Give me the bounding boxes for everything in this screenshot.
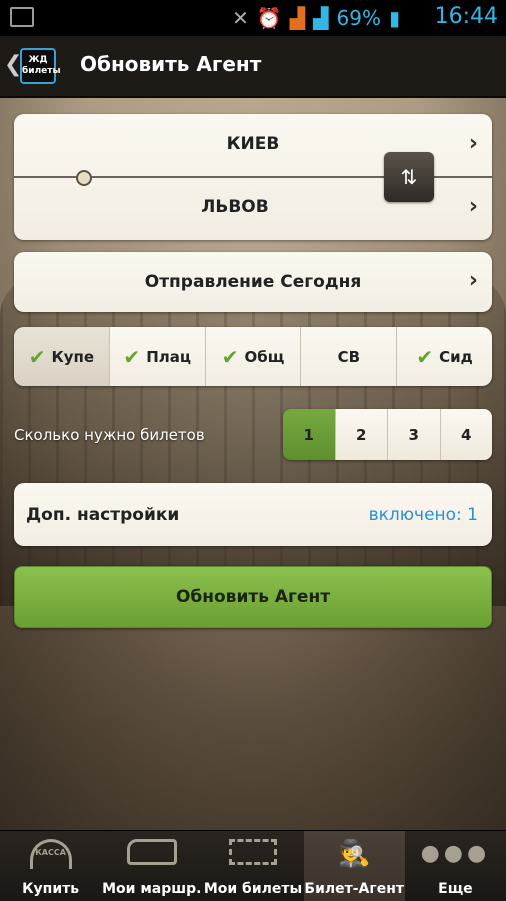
app-logo[interactable]: ЖД билеты (20, 48, 61, 84)
tab-label: Билет-Агент (304, 881, 404, 897)
class-label: Купе (51, 347, 95, 366)
battery-percent: 69% (336, 6, 381, 30)
tab-more[interactable]: ●●● Еще (405, 831, 506, 901)
action-bar: ❮ ЖД билеты Обновить Агент (0, 36, 506, 98)
class-label: СВ (337, 347, 361, 366)
check-icon: ✔ (28, 344, 46, 369)
update-agent-button[interactable]: Обновить Агент (14, 566, 492, 628)
class-toggle-sv[interactable]: СВ (301, 327, 398, 386)
tab-my-routes[interactable]: Мои маршр. (101, 831, 202, 901)
tab-label: Мои маршр. (102, 881, 202, 897)
tab-label: Мои билеты (203, 881, 303, 897)
ticket-count-3[interactable]: 3 (387, 409, 440, 460)
tab-label: Купить (22, 881, 80, 897)
mute-icon: ✕ (232, 6, 249, 30)
page-title: Обновить Агент (80, 52, 262, 76)
check-icon: ✔ (123, 344, 141, 369)
more-icon: ●●● (420, 841, 491, 866)
tab-ticket-agent[interactable]: 🕵 Билет-Агент (303, 831, 405, 901)
ticket-count-4[interactable]: 4 (439, 409, 492, 460)
tab-my-tickets[interactable]: Мои билеты (202, 831, 303, 901)
departure-label: Отправление Сегодня (144, 272, 362, 292)
status-icons: ✕ ⏰ ▟ ▟ 69% ▮ (232, 4, 400, 32)
signal-1-icon: ▟ (289, 6, 306, 30)
battery-icon: ▮ (388, 6, 400, 30)
alarm-icon: ⏰ (256, 6, 282, 30)
chevron-right-icon: › (468, 131, 478, 156)
route-card: КИЕВ › ЛЬВОВ › ⇅ (14, 114, 492, 240)
check-icon: ✔ (416, 344, 434, 369)
kassa-icon: КАССА (29, 839, 72, 869)
class-toggle-plats[interactable]: ✔ Плац (110, 327, 206, 386)
signal-2-icon: ▟ (313, 6, 329, 30)
extra-settings-row[interactable]: Доп. настройки включено: 1 (14, 483, 492, 546)
check-icon: ✔ (221, 344, 239, 369)
class-toggle-sid[interactable]: ✔ Сид (397, 327, 492, 386)
tab-buy[interactable]: КАССА Купить (0, 831, 101, 901)
swap-arrows-icon: ⇅ (400, 165, 418, 189)
tab-label: Еще (438, 881, 473, 897)
extra-settings-label: Доп. настройки (26, 505, 180, 525)
class-label: Общ (244, 347, 285, 366)
from-station: КИЕВ (226, 134, 280, 154)
class-toggle-kupe[interactable]: ✔ Купе (14, 327, 110, 386)
gallery-notification-icon (10, 7, 34, 27)
car-class-selector: ✔ Купе ✔ Плац ✔ Общ СВ ✔ Сид (14, 327, 492, 386)
agent-icon: 🕵 (338, 839, 371, 869)
ticket-count-selector: 1 2 3 4 (283, 409, 492, 460)
train-icon (126, 839, 177, 865)
ticket-count-2[interactable]: 2 (334, 409, 387, 460)
extra-settings-value: включено: 1 (368, 505, 478, 525)
bottom-tab-bar: КАССА Купить Мои маршр. Мои билеты 🕵 Бил… (0, 830, 506, 901)
ticket-count-1[interactable]: 1 (283, 409, 335, 460)
clock: 16:44 (434, 4, 498, 29)
departure-selector[interactable]: Отправление Сегодня › (14, 252, 492, 312)
ticket-icon (229, 839, 277, 865)
chevron-right-icon: › (468, 268, 478, 293)
status-bar: ✕ ⏰ ▟ ▟ 69% ▮ 16:44 (0, 0, 506, 36)
chevron-right-icon: › (468, 194, 478, 219)
ticket-count-label: Сколько нужно билетов (14, 426, 205, 444)
swap-stations-button[interactable]: ⇅ (384, 152, 434, 202)
class-toggle-obshch[interactable]: ✔ Общ (206, 327, 302, 386)
class-label: Плац (146, 347, 191, 366)
class-label: Сид (439, 347, 473, 366)
